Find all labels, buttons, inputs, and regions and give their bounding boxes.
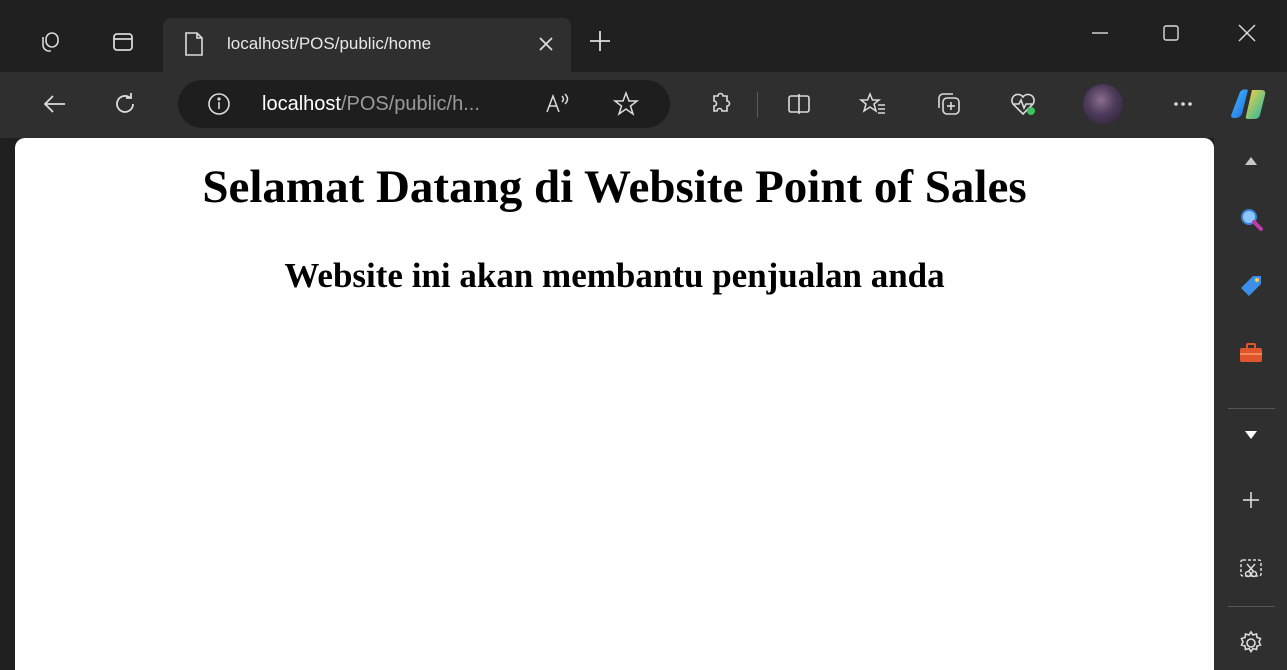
add-icon[interactable]	[1236, 485, 1266, 515]
profile-avatar[interactable]	[1083, 84, 1123, 124]
vertical-tabs-icon[interactable]	[111, 30, 135, 54]
page-icon	[183, 31, 205, 62]
active-tab[interactable]: localhost/POS/public/home	[163, 18, 571, 72]
collections-icon[interactable]	[934, 89, 964, 119]
tab-close-icon[interactable]	[535, 33, 557, 55]
refresh-icon[interactable]	[110, 89, 140, 119]
new-tab-icon[interactable]	[586, 27, 614, 55]
tools-icon[interactable]	[1236, 338, 1266, 368]
read-aloud-icon[interactable]	[542, 89, 572, 119]
back-icon[interactable]	[40, 89, 70, 119]
sidebar-divider	[1228, 606, 1275, 607]
favorite-star-icon[interactable]	[611, 89, 641, 119]
more-icon[interactable]	[1168, 89, 1198, 119]
browser-window: localhost/POS/public/home localhost/POS/…	[0, 0, 1287, 670]
page-viewport: Selamat Datang di Website Point of Sales…	[15, 138, 1214, 670]
workspaces-icon[interactable]	[38, 30, 62, 54]
address-host: localhost	[262, 93, 341, 115]
sidebar-divider	[1228, 408, 1275, 409]
scroll-up-icon[interactable]	[1236, 146, 1266, 176]
scroll-down-icon[interactable]	[1236, 420, 1266, 450]
edge-sidebar	[1214, 138, 1287, 670]
browser-essentials-icon[interactable]	[1008, 89, 1038, 119]
address-path: /POS/public/h...	[340, 93, 480, 115]
tab-title: localhost/POS/public/home	[227, 34, 432, 53]
screenshot-icon[interactable]	[1236, 554, 1266, 584]
close-window-icon[interactable]	[1232, 18, 1262, 48]
maximize-icon[interactable]	[1156, 18, 1186, 48]
info-icon[interactable]	[204, 89, 234, 119]
split-screen-icon[interactable]	[784, 89, 814, 119]
shopping-tag-icon[interactable]	[1236, 271, 1266, 301]
page-heading: Selamat Datang di Website Point of Sales	[202, 161, 1027, 213]
title-bar: localhost/POS/public/home	[0, 0, 1287, 72]
search-icon[interactable]	[1236, 204, 1266, 234]
minimize-icon[interactable]	[1085, 18, 1115, 48]
page-subheading: Website ini akan membantu penjualan anda	[284, 256, 945, 295]
toolbar-separator	[757, 92, 758, 118]
settings-icon[interactable]	[1236, 628, 1266, 658]
address-bar[interactable]: localhost/POS/public/h...	[178, 80, 670, 128]
address-text[interactable]: localhost/POS/public/h...	[262, 93, 480, 116]
extensions-icon[interactable]	[705, 89, 735, 119]
toolbar: localhost/POS/public/h...	[0, 72, 1287, 138]
copilot-icon[interactable]	[1230, 86, 1270, 122]
favorites-icon[interactable]	[858, 89, 888, 119]
